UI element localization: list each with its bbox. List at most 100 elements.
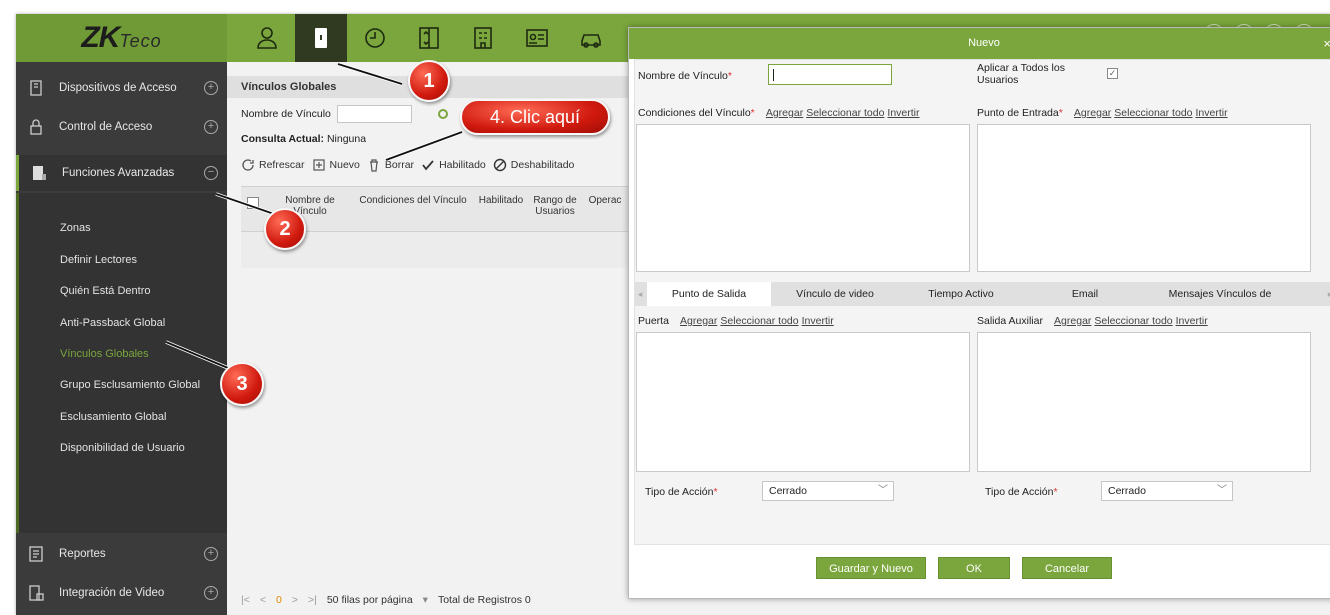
enable-label: Habilitado — [439, 159, 486, 171]
tab-email[interactable]: Email — [1025, 282, 1145, 306]
door-select-all-link[interactable]: Seleccionar todo — [720, 315, 798, 327]
collapse-icon[interactable]: − — [204, 166, 218, 180]
door-add-link[interactable]: Agregar — [680, 315, 717, 327]
new-label: Nuevo — [329, 159, 360, 171]
disable-icon — [493, 158, 506, 172]
clock-icon[interactable] — [349, 14, 401, 62]
expand-icon[interactable]: + — [204, 586, 218, 600]
next-page-button[interactable]: > — [292, 594, 298, 606]
linkage-name-input[interactable] — [768, 64, 892, 85]
sidebar-item-access-control[interactable]: Control de Acceso + — [16, 109, 227, 145]
filter-name-input[interactable] — [336, 105, 412, 123]
conditions-add-link[interactable]: Agregar — [766, 107, 803, 119]
entry-point-list[interactable] — [977, 124, 1311, 272]
expand-icon[interactable]: + — [204, 81, 218, 95]
column-header[interactable]: Condiciones del Vínculo — [353, 195, 473, 206]
sidebar-subitem-global-anti-passback[interactable]: Anti-Passback Global — [16, 307, 227, 338]
cancel-button[interactable]: Cancelar — [1022, 557, 1112, 579]
dialog-body: Nombre de Vínculo* Aplicar a Todos los U… — [634, 59, 1330, 545]
expand-icon[interactable]: + — [204, 120, 218, 134]
conditions-label: Condiciones del Vínculo — [638, 107, 751, 119]
action-type-right-select[interactable]: Cerrado ﹀ — [1101, 481, 1233, 501]
entry-point-label: Punto de Entrada — [977, 107, 1059, 119]
tab-exit-point[interactable]: Punto de Salida — [647, 282, 771, 306]
sidebar-subitem-zones[interactable]: Zonas — [16, 212, 227, 243]
dialog-header: Nuevo × — [629, 28, 1330, 59]
report-icon — [27, 545, 45, 563]
entry-select-all-link[interactable]: Seleccionar todo — [1114, 107, 1192, 119]
tab-linkage-messages[interactable]: Mensajes Vínculos de — [1147, 282, 1293, 306]
logo: ZKTeco — [16, 14, 227, 62]
ok-button[interactable]: OK — [938, 557, 1010, 579]
aux-add-link[interactable]: Agregar — [1054, 315, 1091, 327]
logo-suffix: Teco — [119, 31, 162, 51]
select-all-checkbox[interactable] — [247, 197, 259, 209]
column-header[interactable]: Rango de Usuarios — [533, 195, 577, 217]
sidebar-item-video-integration[interactable]: Integración de Video + — [16, 575, 227, 611]
sidebar-subitem-who-is-inside[interactable]: Quién Está Dentro — [16, 275, 227, 306]
sidebar-item-label: Control de Acceso — [59, 121, 153, 133]
sidebar-item-access-devices[interactable]: Dispositivos de Acceso + — [16, 70, 227, 106]
search-icon[interactable] — [437, 109, 448, 119]
last-page-button[interactable]: >| — [308, 594, 317, 606]
door-list[interactable] — [636, 332, 970, 472]
car-icon[interactable] — [565, 14, 617, 62]
delete-button[interactable]: Borrar — [367, 158, 414, 172]
aux-output-list[interactable] — [977, 332, 1311, 472]
linkage-name-label: Nombre de Vínculo* — [638, 70, 732, 82]
building-icon[interactable] — [457, 14, 509, 62]
total-records: Total de Registros 0 — [437, 594, 531, 606]
refresh-button[interactable]: Refrescar — [241, 158, 305, 172]
apply-all-users-checkbox[interactable]: ✓ — [1107, 68, 1118, 79]
door-label: Puerta — [638, 315, 669, 327]
new-icon — [312, 159, 325, 171]
lock-icon — [27, 118, 45, 136]
enable-button[interactable]: Habilitado — [421, 158, 486, 172]
id-card-icon[interactable] — [511, 14, 563, 62]
conditions-invert-link[interactable]: Invertir — [887, 107, 919, 119]
filter-label: Nombre de Vínculo — [241, 108, 331, 120]
conditions-select-all-link[interactable]: Seleccionar todo — [806, 107, 884, 119]
first-page-button[interactable]: |< — [241, 594, 250, 606]
aux-output-header: Salida Auxiliar Agregar Seleccionar todo I… — [977, 315, 1211, 327]
entry-invert-link[interactable]: Invertir — [1196, 107, 1228, 119]
save-and-new-button[interactable]: Guardar y Nuevo — [816, 557, 926, 579]
new-linkage-dialog: Nuevo × Nombre de Vínculo* Aplicar a Tod… — [628, 27, 1330, 599]
new-button[interactable]: Nuevo — [312, 158, 360, 172]
rows-per-page-select[interactable]: 50 filas por página — [327, 594, 413, 606]
door-header: Puerta Agregar Seleccionar todo Invertir — [638, 315, 837, 327]
tab-active-time[interactable]: Tiempo Activo — [899, 282, 1023, 306]
expand-icon[interactable]: + — [204, 547, 218, 561]
sidebar-item-advanced-functions[interactable]: Funciones Avanzadas − — [16, 155, 227, 191]
sidebar-subitem-global-linkage[interactable]: Vínculos Globales — [16, 338, 227, 369]
tab-scroll-left-icon[interactable]: ◂ — [635, 282, 645, 306]
sidebar-item-label: Reportes — [59, 548, 106, 560]
action-type-left-select[interactable]: Cerrado ﹀ — [762, 481, 894, 501]
conditions-list[interactable] — [636, 124, 970, 272]
aux-output-label: Salida Auxiliar — [977, 315, 1043, 327]
step-2-marker: 2 — [264, 208, 306, 250]
page-number[interactable]: 0 — [276, 594, 282, 606]
sidebar-item-reports[interactable]: Reportes + — [16, 536, 227, 572]
sidebar-subitem-global-interlock[interactable]: Esclusamiento Global — [16, 401, 227, 432]
column-header[interactable]: Operac — [583, 195, 627, 206]
close-icon[interactable]: × — [1323, 28, 1330, 59]
filter-row: Nombre de Vínculo — [241, 105, 448, 123]
disable-button[interactable]: Deshabilitado — [493, 158, 574, 172]
elevator-icon[interactable] — [403, 14, 455, 62]
aux-select-all-link[interactable]: Seleccionar todo — [1094, 315, 1172, 327]
action-type-right-value: Cerrado — [1108, 485, 1146, 497]
tab-video-linkage[interactable]: Vínculo de video — [773, 282, 897, 306]
aux-invert-link[interactable]: Invertir — [1176, 315, 1208, 327]
person-icon[interactable] — [241, 14, 293, 62]
sidebar-subitem-global-interlock-group[interactable]: Grupo Esclusamiento Global — [16, 369, 227, 400]
chevron-down-icon[interactable]: ▾ — [423, 594, 428, 606]
sidebar-subitem-define-readers[interactable]: Definir Lectores — [16, 244, 227, 275]
tab-scroll-right-icon[interactable]: ▸ — [1325, 282, 1330, 306]
prev-page-button[interactable]: < — [260, 594, 266, 606]
column-header[interactable]: Habilitado — [475, 195, 527, 206]
door-icon[interactable] — [295, 14, 347, 62]
door-invert-link[interactable]: Invertir — [802, 315, 834, 327]
sidebar-subitem-user-availability[interactable]: Disponibilidad de Usuario — [16, 432, 227, 463]
entry-add-link[interactable]: Agregar — [1074, 107, 1111, 119]
